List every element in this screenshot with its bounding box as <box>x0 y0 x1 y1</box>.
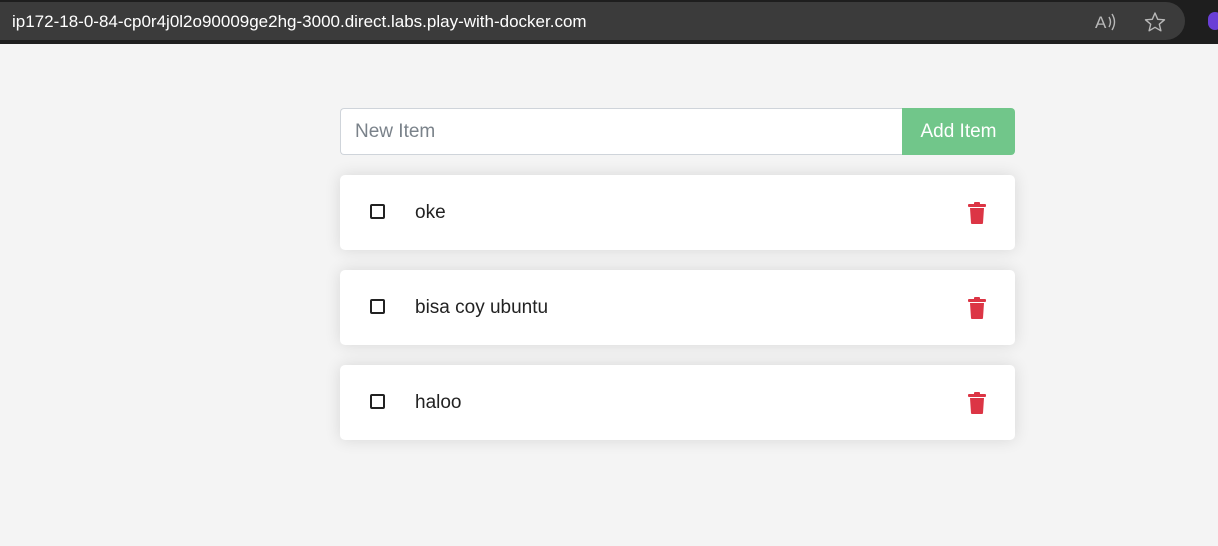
complete-checkbox[interactable] <box>370 204 385 219</box>
add-item-button[interactable]: Add Item <box>902 108 1015 155</box>
add-item-form: Add Item <box>340 108 1015 155</box>
svg-text:A: A <box>1095 13 1107 32</box>
trash-icon[interactable] <box>967 297 987 319</box>
list-item: haloo <box>340 365 1015 440</box>
browser-extension-icon[interactable] <box>1208 12 1218 30</box>
url-text[interactable]: ip172-18-0-84-cp0r4j0l2o90009ge2hg-3000.… <box>12 12 587 32</box>
trash-icon[interactable] <box>967 392 987 414</box>
item-label: haloo <box>415 392 462 413</box>
read-aloud-icon[interactable]: A <box>1094 11 1116 33</box>
list-item: bisa coy ubuntu <box>340 270 1015 345</box>
complete-checkbox[interactable] <box>370 394 385 409</box>
list-item: oke <box>340 175 1015 250</box>
complete-checkbox[interactable] <box>370 299 385 314</box>
trash-icon[interactable] <box>967 202 987 224</box>
address-bar[interactable]: ip172-18-0-84-cp0r4j0l2o90009ge2hg-3000.… <box>0 2 1185 40</box>
item-label: bisa coy ubuntu <box>415 297 549 318</box>
new-item-input[interactable] <box>340 108 902 155</box>
todo-app: Add Item oke bisa coy ubuntu haloo <box>340 108 1015 460</box>
favorite-star-icon[interactable] <box>1144 11 1166 33</box>
item-label: oke <box>415 202 446 223</box>
item-list: oke bisa coy ubuntu haloo <box>340 175 1015 440</box>
browser-toolbar: ip172-18-0-84-cp0r4j0l2o90009ge2hg-3000.… <box>0 0 1218 44</box>
